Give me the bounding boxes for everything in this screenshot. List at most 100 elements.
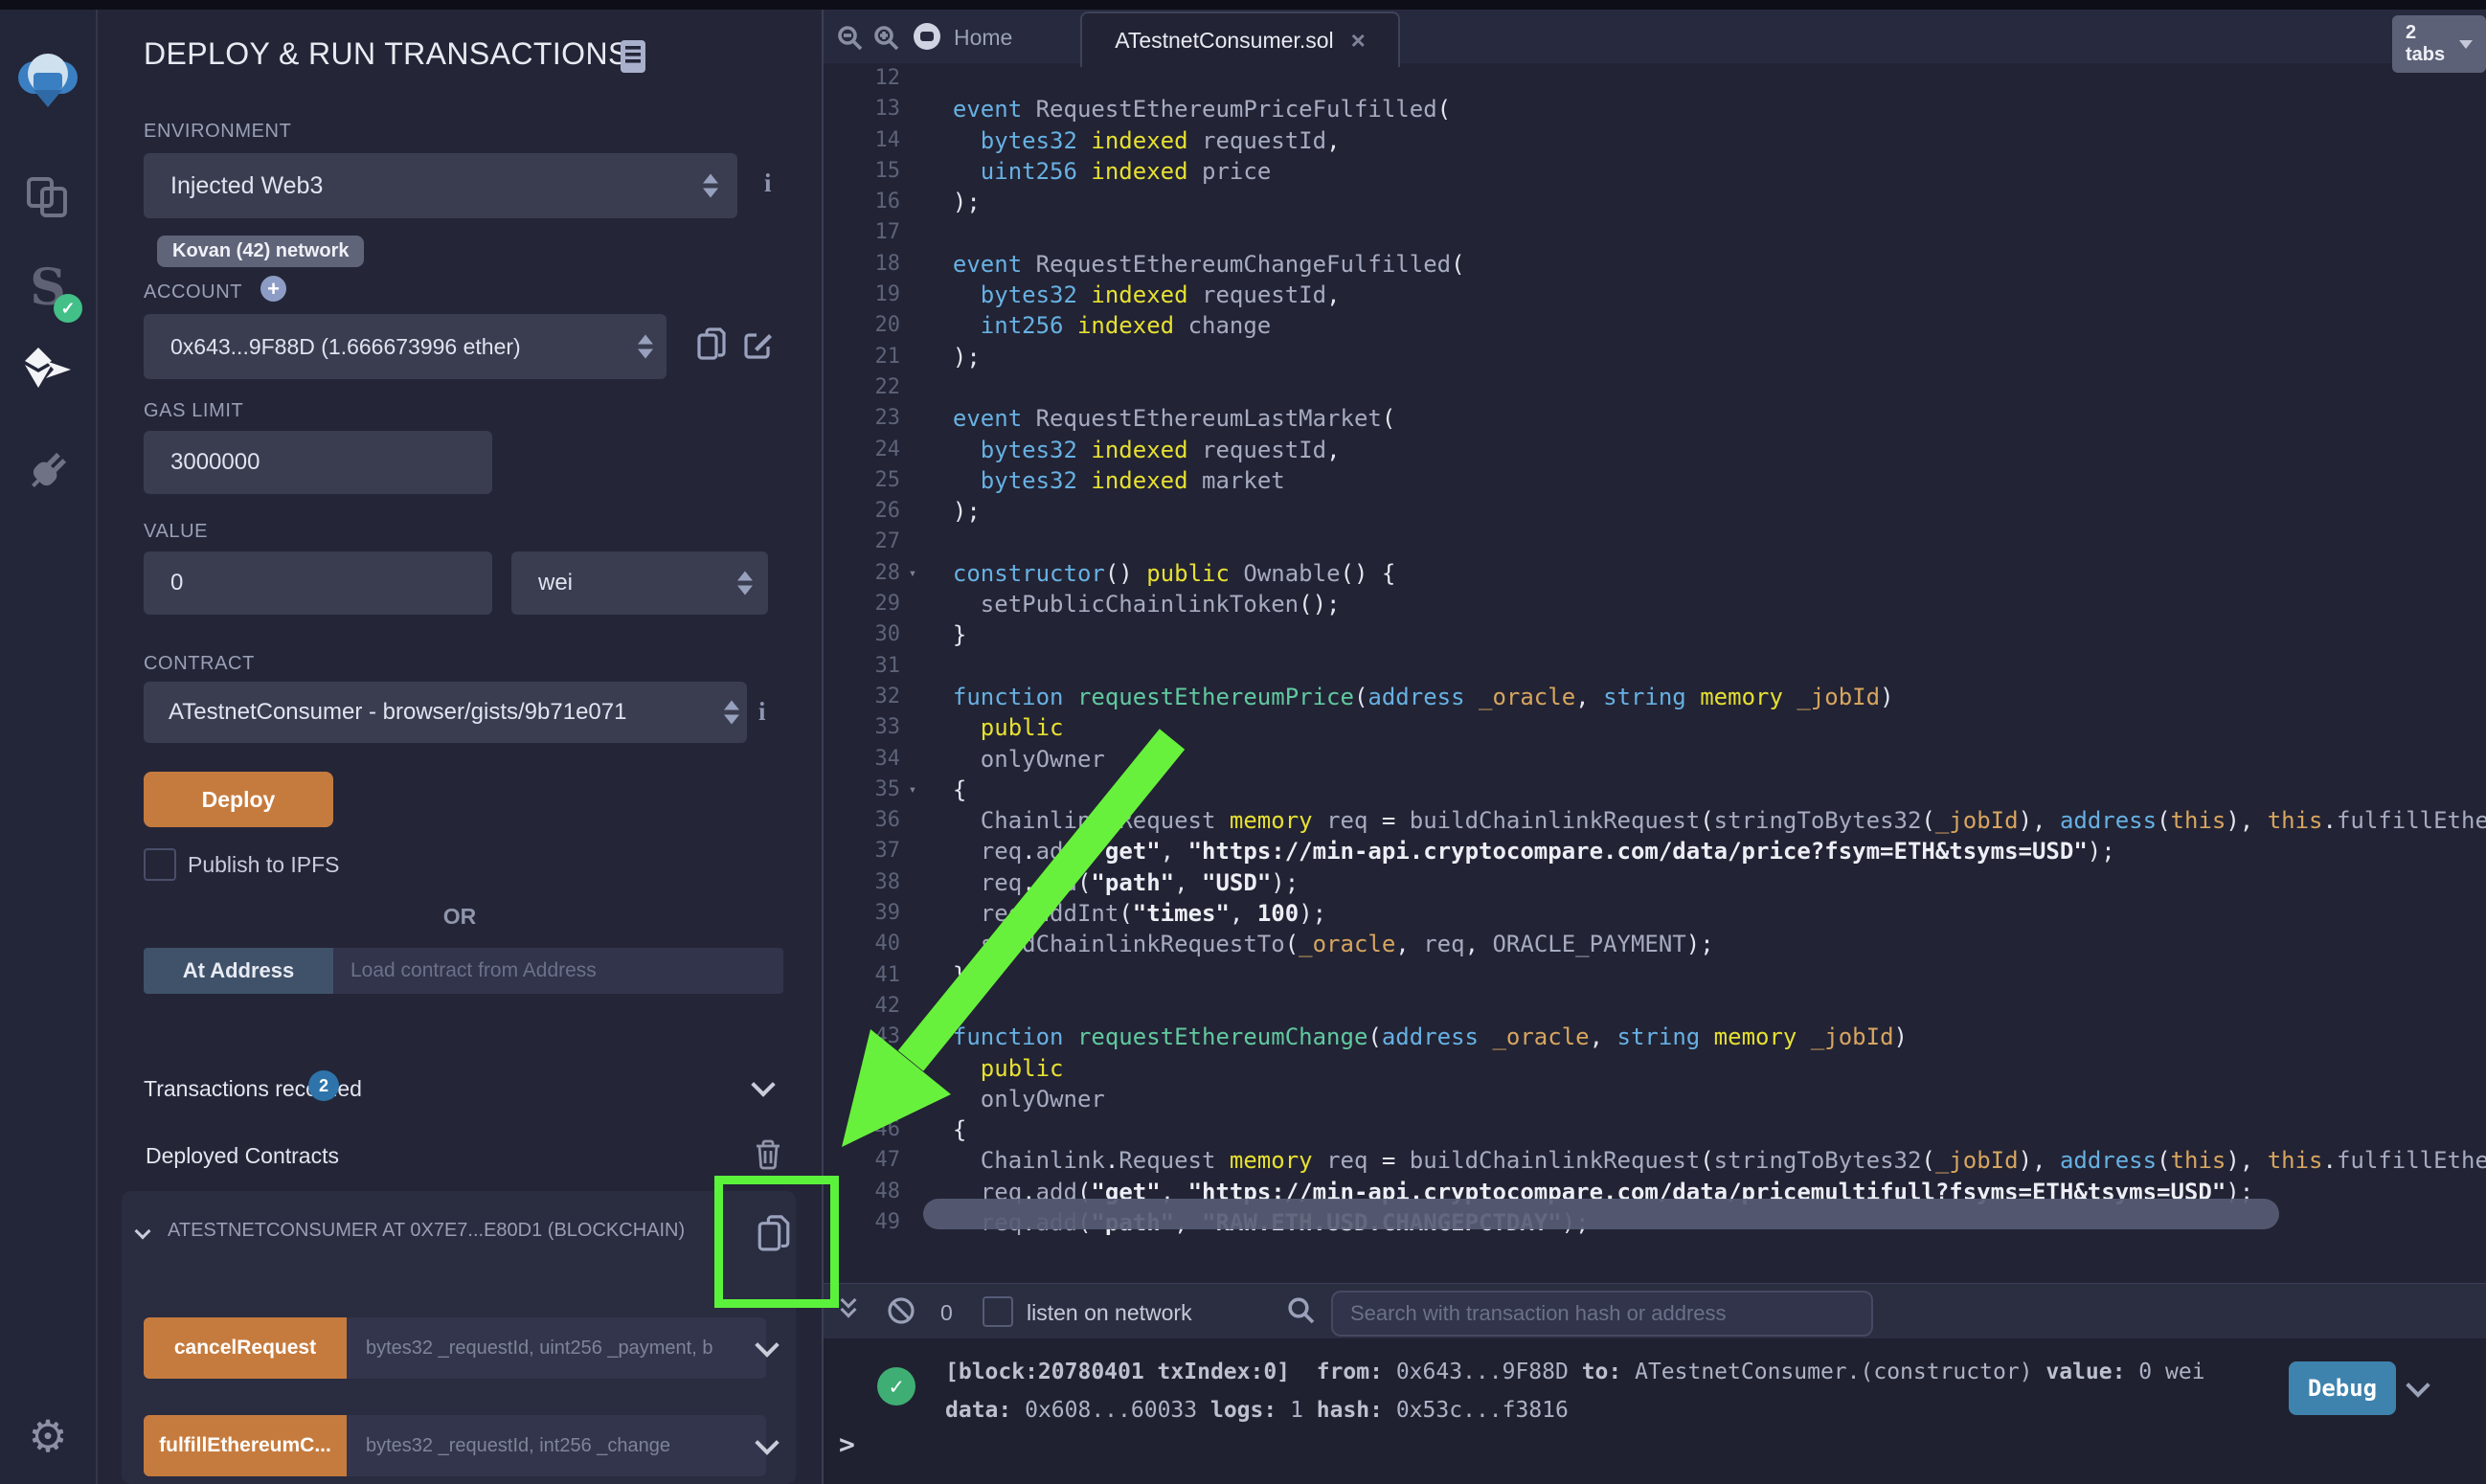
collapse-log-icon[interactable] [2406,1373,2430,1397]
debug-button[interactable]: Debug [2289,1361,2396,1415]
value-unit: wei [538,570,573,596]
code-line[interactable]: 16 ); [824,187,2486,217]
code-line[interactable]: 45 onlyOwner [824,1084,2486,1114]
code-line[interactable]: 40 sendChainlinkRequestTo(_oracle, req, … [824,929,2486,959]
deploy-button[interactable]: Deploy [144,772,333,827]
fulfill-ethereum-params-input[interactable]: bytes32 _requestId, int256 _change [347,1415,766,1476]
code-line[interactable]: 31 [824,651,2486,682]
code-line[interactable]: 42 [824,991,2486,1022]
code-line[interactable]: 29 setPublicChainlinkToken(); [824,589,2486,619]
code-line[interactable]: 20 int256 indexed change [824,310,2486,341]
terminal-prompt[interactable]: > [839,1428,855,1460]
publish-ipfs-label: Publish to IPFS [188,852,340,878]
solidity-compiler-icon[interactable]: S ✓ [0,257,96,324]
code-line[interactable]: 21 ); [824,342,2486,372]
copy-account-icon[interactable] [697,327,726,362]
expand-terminal-icon[interactable] [843,1294,854,1315]
cancel-request-params-input[interactable]: bytes32 _requestId, uint256 _payment, b [347,1317,766,1379]
code-line[interactable]: 46 { [824,1114,2486,1145]
environment-select[interactable]: Injected Web3 [144,153,737,218]
code-line[interactable]: 50 [824,1238,2486,1241]
code-line[interactable]: 33 public [824,712,2486,743]
fulfill-ethereum-button[interactable]: fulfillEthereumC... [144,1415,347,1476]
tx-log-line[interactable]: data: 0x608...60033 logs: 1 hash: 0x53c.… [945,1398,1569,1423]
contract-select[interactable]: ATestnetConsumer - browser/gists/9b71e07… [144,682,747,743]
code-line[interactable]: 28▾ constructor() public Ownable() { [824,558,2486,589]
chevron-down-icon [2459,40,2473,49]
code-line[interactable]: 26 ); [824,496,2486,527]
edit-account-icon[interactable] [743,329,774,360]
code-line[interactable]: 38 req.add("path", "USD"); [824,867,2486,898]
code-line[interactable]: 32 function requestEthereumPrice(address… [824,682,2486,712]
code-line[interactable]: 12 [824,63,2486,94]
code-line[interactable]: 30 } [824,619,2486,650]
docs-book-icon[interactable] [619,38,647,75]
deploy-and-run-icon[interactable] [0,343,96,396]
settings-gear-icon[interactable]: ⚙ [0,1409,96,1463]
tx-log-line[interactable]: [block:20780401 txIndex:0] from: 0x643..… [945,1360,2205,1384]
value-label: VALUE [144,521,208,543]
code-line[interactable]: 37 req.add("get", "https://min-api.crypt… [824,836,2486,866]
code-line[interactable]: 19 bytes32 indexed requestId, [824,280,2486,310]
code-line[interactable]: 35▾ { [824,775,2486,805]
network-badge: Kovan (42) network [157,236,364,267]
zoom-in-icon[interactable] [873,25,900,52]
add-account-icon[interactable]: + [260,276,286,302]
value-unit-select[interactable]: wei [511,551,768,615]
file-explorer-icon[interactable] [0,170,96,224]
contract-info-icon[interactable]: i [758,697,766,727]
code-line[interactable]: 14 bytes32 indexed requestId, [824,125,2486,156]
tab-atestnetconsumer[interactable]: ATestnetConsumer.sol × [1080,11,1400,67]
gas-limit-value: 3000000 [170,449,260,476]
clear-console-icon[interactable] [887,1296,915,1325]
search-icon[interactable] [1287,1296,1316,1325]
account-select[interactable]: 0x643...9F88D (1.666673996 ether) [144,314,667,379]
deployed-contract-header: ATESTNETCONSUMER AT 0X7E7...E80D1 (BLOCK… [168,1220,742,1242]
code-line[interactable]: 22 [824,372,2486,403]
plugin-manager-icon[interactable] [0,442,96,500]
code-line[interactable]: 36 Chainlink.Request memory req = buildC… [824,805,2486,836]
panel-title: DEPLOY & RUN TRANSACTIONS [144,36,629,72]
account-label: ACCOUNT [144,281,242,304]
function-row: cancelRequest bytes32 _requestId, uint25… [144,1317,783,1379]
contract-expand-icon[interactable] [135,1224,151,1240]
deployed-contracts-label: Deployed Contracts [146,1143,339,1169]
cancel-request-button[interactable]: cancelRequest [144,1317,347,1379]
code-editor[interactable]: 1213 event RequestEthereumPriceFulfilled… [824,63,2486,1241]
environment-value: Injected Web3 [170,172,323,200]
value-input[interactable]: 0 [144,551,492,615]
code-line[interactable]: 24 bytes32 indexed requestId, [824,435,2486,465]
zoom-out-icon[interactable] [837,25,864,52]
code-line[interactable]: 34 onlyOwner [824,744,2486,775]
code-line[interactable]: 44 public [824,1053,2486,1084]
home-tab-logo-icon [914,23,942,52]
transactions-count-badge: 2 [308,1070,339,1101]
code-line[interactable]: 47 Chainlink.Request memory req = buildC… [824,1145,2486,1176]
trash-icon[interactable] [755,1139,781,1170]
code-line[interactable]: 41 } [824,960,2486,991]
at-address-button[interactable]: At Address [144,948,333,994]
top-strip [0,0,2486,10]
code-line[interactable]: 25 bytes32 indexed market [824,465,2486,496]
close-tab-icon[interactable]: × [1351,26,1366,56]
listen-network-checkbox[interactable] [983,1296,1013,1327]
horizontal-scrollbar[interactable] [923,1199,2279,1229]
at-address-input[interactable]: Load contract from Address [333,948,783,994]
code-line[interactable]: 13 event RequestEthereumPriceFulfilled( [824,94,2486,124]
code-line[interactable]: 15 uint256 indexed price [824,156,2486,187]
tab-home[interactable]: Home [954,25,1012,51]
code-line[interactable]: 39 req.addInt("times", 100); [824,898,2486,929]
code-line[interactable]: 27 [824,527,2486,557]
code-line[interactable]: 23 event RequestEthereumLastMarket( [824,403,2486,434]
compile-success-badge: ✓ [54,294,82,323]
publish-ipfs-checkbox[interactable] [144,848,176,881]
pending-tx-count: 0 [940,1300,953,1326]
environment-info-icon[interactable]: i [764,169,772,198]
tab-label: ATestnetConsumer.sol [1115,28,1333,54]
code-line[interactable]: 17 [824,217,2486,248]
terminal-search-input[interactable]: Search with transaction hash or address [1331,1291,1873,1337]
code-line[interactable]: 43 function requestEthereumChange(addres… [824,1022,2486,1052]
tx-success-icon: ✓ [877,1367,915,1405]
gas-limit-input[interactable]: 3000000 [144,431,492,494]
code-line[interactable]: 18 event RequestEthereumChangeFulfilled( [824,249,2486,280]
